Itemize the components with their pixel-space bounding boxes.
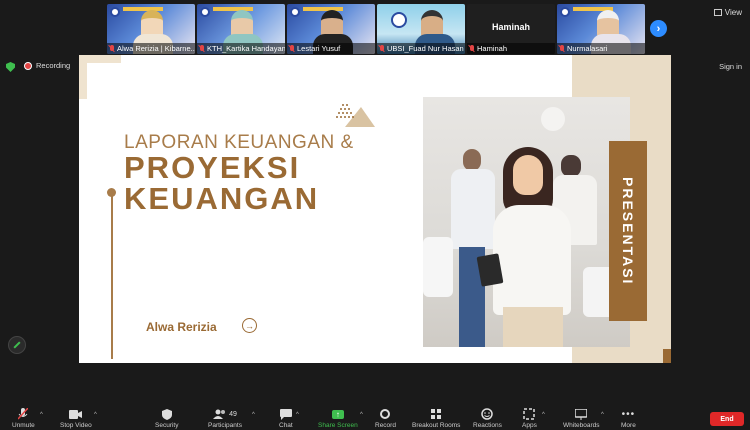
video-gallery: Alwa Rerizia | Kibarne... KTH_Kartika Ha…	[107, 4, 645, 54]
meeting-toolbar: Unmute ^ Stop Video ^ Security 49 Partic…	[0, 404, 750, 430]
end-meeting-button[interactable]: End	[710, 412, 744, 426]
record-button[interactable]: Record	[375, 408, 396, 429]
security-shield-icon	[161, 408, 172, 420]
apps-label: Apps	[522, 422, 537, 429]
record-label: Record	[375, 422, 396, 429]
chat-bubble-icon	[279, 408, 292, 420]
presentasi-label: PRESENTASI	[620, 176, 636, 286]
more-label: More	[621, 422, 636, 429]
apps-button[interactable]: Apps	[522, 408, 537, 429]
mic-muted-icon	[559, 45, 565, 52]
participant-name: Haminah	[477, 44, 508, 53]
org-logo-icon	[110, 7, 120, 17]
mic-muted-icon	[379, 45, 385, 52]
org-logo-icon	[391, 12, 407, 28]
participant-tile[interactable]: Alwa Rerizia | Kibarne...	[107, 4, 195, 54]
participant-tile[interactable]: Haminah Haminah	[467, 4, 555, 54]
org-logo-icon	[560, 7, 570, 17]
participants-count: 49	[229, 410, 237, 418]
reactions-label: Reactions	[473, 422, 502, 429]
audio-options-caret[interactable]: ^	[40, 412, 43, 418]
annotate-pen-button[interactable]	[8, 336, 26, 354]
participant-tile[interactable]: KTH_Kartika Handayani	[197, 4, 285, 54]
slide-title: PROYEKSI KEUANGAN	[124, 152, 319, 214]
participants-options-caret[interactable]: ^	[252, 412, 255, 418]
whiteboards-label: Whiteboards	[563, 422, 600, 429]
security-button[interactable]: Security	[155, 408, 178, 429]
participant-tile[interactable]: Nurmalasari	[557, 4, 645, 54]
chat-button[interactable]: Chat	[279, 408, 293, 429]
recording-indicator[interactable]: Recording	[24, 61, 70, 70]
mic-muted-icon	[199, 45, 205, 52]
participant-display-name: Haminah	[491, 22, 530, 32]
whiteboard-icon	[575, 408, 588, 420]
recording-dot-icon	[24, 61, 32, 70]
shared-screen: LAPORAN KEUANGAN & PROYEKSI KEUANGAN Alw…	[79, 55, 671, 363]
line-dot-decoration	[107, 188, 116, 197]
corner-decoration	[79, 55, 121, 99]
unmute-label: Unmute	[12, 422, 35, 429]
video-camera-icon	[69, 409, 83, 419]
slide-title-line: PROYEKSI	[124, 150, 301, 185]
corner-accent	[663, 349, 671, 363]
participant-name: UBSI_Fuad Nur Hasan	[387, 44, 464, 53]
vertical-line-decoration	[111, 191, 113, 359]
chat-label: Chat	[279, 422, 293, 429]
participants-button[interactable]: 49 Participants	[208, 408, 242, 429]
reactions-smiley-icon	[481, 408, 494, 420]
stop-video-button[interactable]: Stop Video	[60, 408, 92, 429]
breakout-rooms-button[interactable]: Breakout Rooms	[412, 408, 460, 429]
mic-muted-icon	[469, 45, 475, 52]
apps-options-caret[interactable]: ^	[542, 412, 545, 418]
more-dots-icon: •••	[621, 408, 636, 420]
gallery-next-button[interactable]: ›	[650, 20, 667, 37]
participant-name: Alwa Rerizia | Kibarne...	[117, 44, 195, 53]
chat-options-caret[interactable]: ^	[296, 412, 299, 418]
whiteboards-button[interactable]: Whiteboards	[563, 408, 600, 429]
participant-name: KTH_Kartika Handayani	[207, 44, 285, 53]
unmute-button[interactable]: Unmute	[12, 408, 35, 429]
view-grid-icon	[713, 9, 722, 16]
mic-muted-icon	[289, 45, 295, 52]
participant-tile[interactable]: Lestari Yusuf	[287, 4, 375, 54]
slide-title-line: KEUANGAN	[124, 181, 320, 216]
org-logo-icon	[200, 7, 210, 17]
participants-label: Participants	[208, 422, 242, 429]
breakout-rooms-icon	[431, 409, 442, 419]
more-button[interactable]: ••• More	[621, 408, 636, 430]
share-screen-button[interactable]: ↑ Share Screen	[318, 408, 358, 429]
view-button[interactable]: View	[713, 8, 742, 17]
triangle-decoration-icon	[336, 104, 375, 127]
record-icon	[380, 409, 391, 419]
mic-muted-icon	[109, 45, 115, 52]
sign-in-link[interactable]: Sign in	[719, 62, 742, 71]
arrow-right-icon: →	[242, 318, 257, 333]
share-screen-icon: ↑	[331, 409, 344, 419]
office-photo	[423, 97, 630, 347]
apps-icon	[523, 408, 536, 420]
reactions-button[interactable]: Reactions	[473, 408, 502, 429]
mic-muted-icon	[18, 408, 29, 420]
org-logo-icon	[290, 7, 300, 17]
presentasi-label-box: PRESENTASI	[609, 141, 647, 321]
security-label: Security	[155, 422, 179, 429]
video-options-caret[interactable]: ^	[94, 412, 97, 418]
participants-icon	[213, 409, 226, 419]
whiteboard-options-caret[interactable]: ^	[601, 412, 604, 418]
breakout-rooms-label: Breakout Rooms	[412, 422, 461, 429]
participant-name: Nurmalasari	[567, 44, 608, 53]
participant-name: Lestari Yusuf	[297, 44, 341, 53]
view-label: View	[724, 8, 742, 17]
presenter-name: Alwa Rerizia	[146, 320, 217, 334]
share-options-caret[interactable]: ^	[360, 412, 363, 418]
stop-video-label: Stop Video	[60, 422, 92, 429]
participant-tile[interactable]: UBSI_Fuad Nur Hasan	[377, 4, 465, 54]
recording-label: Recording	[36, 61, 71, 70]
share-screen-label: Share Screen	[318, 422, 358, 429]
security-shield-icon[interactable]	[6, 62, 15, 72]
